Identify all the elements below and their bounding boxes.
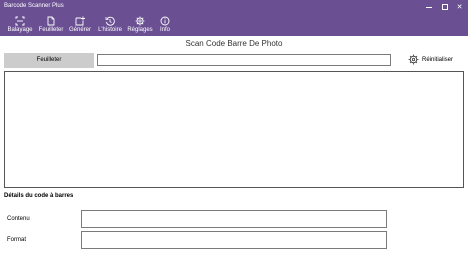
reset-gear-icon <box>408 54 419 67</box>
info-icon <box>160 15 170 26</box>
maximize-icon <box>441 4 448 10</box>
format-field[interactable] <box>81 231 387 249</box>
format-label: Format <box>7 237 27 243</box>
toolbar-label: Réglages <box>127 27 153 33</box>
generate-icon <box>75 15 85 26</box>
toolbar-label: Générer <box>68 27 91 33</box>
toolbar-item-info[interactable]: Info <box>155 14 175 36</box>
toolbar-item-browse[interactable]: Feuilleter <box>39 14 63 36</box>
title-bar: Barcode Scanner Plus ✕ <box>0 0 468 14</box>
toolbar-label: Feuilleter <box>38 27 64 33</box>
content-field[interactable] <box>81 210 387 228</box>
content-label: Contenu <box>7 216 30 222</box>
minimize-icon <box>425 6 432 8</box>
image-preview-area <box>4 71 464 188</box>
toolbar-label: Balayage <box>7 27 33 33</box>
barcode-details-title: Détails du code à barres <box>4 193 74 199</box>
page-title: Scan Code Barre De Photo <box>185 39 283 48</box>
close-icon: ✕ <box>456 3 463 11</box>
reset-label: Réinitialiser <box>422 57 454 63</box>
minimize-button[interactable] <box>422 0 435 14</box>
toolbar-label: Info <box>159 27 170 33</box>
close-button[interactable]: ✕ <box>453 0 466 14</box>
toolbar-label: L'histoire <box>98 27 122 33</box>
browse-file-icon <box>46 15 56 26</box>
maximize-button[interactable] <box>438 0 451 14</box>
browse-button[interactable]: Feuilleter <box>4 53 94 68</box>
toolbar-item-history[interactable]: L'histoire <box>98 14 122 36</box>
file-path-input[interactable] <box>97 54 391 66</box>
reset-button[interactable]: Réinitialiser <box>408 54 453 66</box>
window-title: Barcode Scanner Plus <box>4 3 64 9</box>
gear-icon <box>135 15 145 26</box>
toolbar: Balayage Feuilleter Générer L'histoire R… <box>0 14 468 36</box>
toolbar-item-settings[interactable]: Réglages <box>127 14 153 36</box>
scan-icon <box>15 15 25 26</box>
history-icon <box>105 15 115 26</box>
toolbar-item-generate[interactable]: Générer <box>68 14 92 36</box>
toolbar-item-scan[interactable]: Balayage <box>7 14 33 36</box>
